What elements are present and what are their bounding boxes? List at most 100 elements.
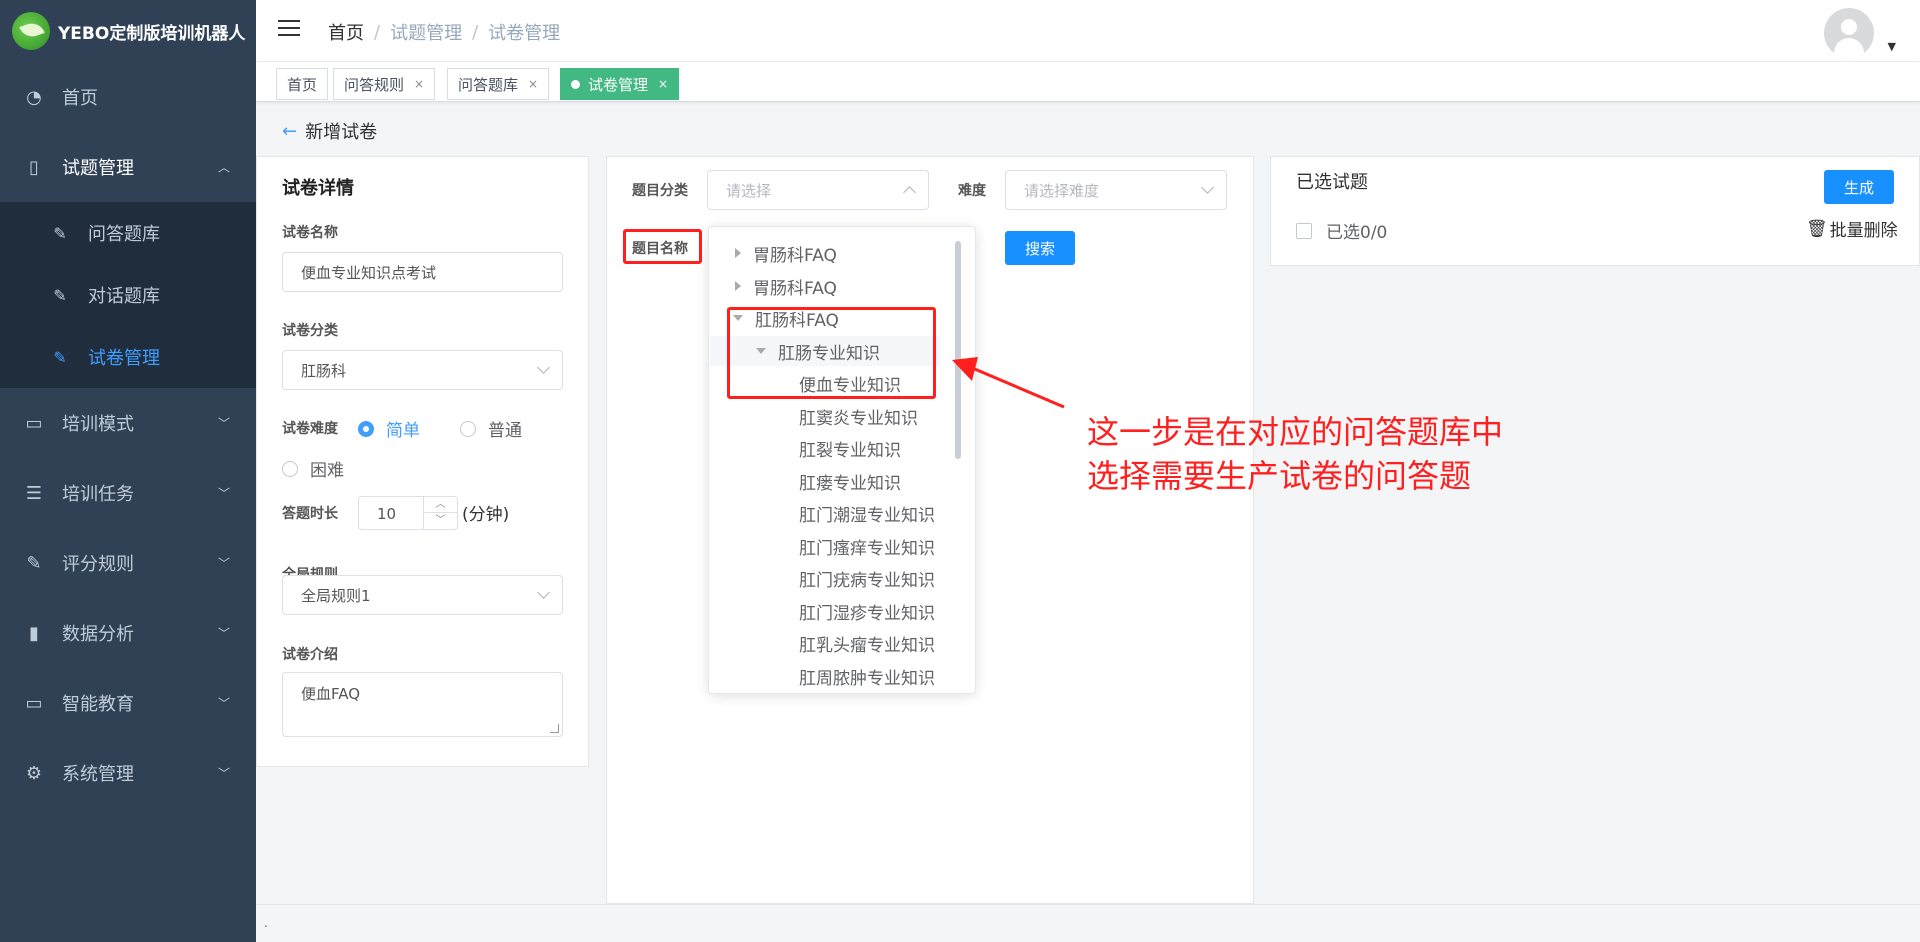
close-icon[interactable]: × (414, 77, 424, 91)
exam-intro-value: 便血FAQ (301, 685, 361, 703)
radio-checked-icon (358, 420, 374, 437)
tree-scrollbar[interactable] (955, 241, 961, 459)
caret-right-icon[interactable] (735, 248, 741, 258)
stepper-up-icon[interactable]: ︿ (424, 497, 457, 513)
tree-node[interactable]: 肛门湿疹专业知识 (799, 596, 935, 626)
radio-label: 简单 (386, 421, 420, 441)
global-rule-select[interactable]: 全局规则1 (282, 575, 563, 615)
tree-node-label: 肛乳头瘤专业知识 (799, 635, 935, 656)
caret-down-icon[interactable]: ▼ (1888, 40, 1896, 53)
breadcrumb-separator: / (472, 21, 479, 43)
tree-node-label: 肛门瘙痒专业知识 (799, 538, 935, 559)
sidebar-item-label: 数据分析 (62, 624, 134, 645)
app-logo[interactable]: YEBO定制版培训机器人 (0, 0, 256, 62)
back-link[interactable]: ← 新增试卷 (282, 118, 377, 144)
duration-value: 10 (377, 505, 397, 523)
tree-node[interactable]: 肛乳头瘤专业知识 (799, 628, 935, 658)
tab-qa-rules[interactable]: 问答规则 × (333, 68, 436, 100)
chevron-down-icon: ﹀ (217, 626, 230, 641)
caret-right-icon[interactable] (735, 281, 741, 291)
question-category-select[interactable]: 请选择 (707, 170, 929, 210)
exam-intro-textarea[interactable]: 便血FAQ (282, 672, 563, 737)
tree-node-label: 肛裂专业知识 (799, 440, 901, 461)
select-all-checkbox[interactable]: 已选0/0 (1296, 218, 1387, 243)
active-dot-icon (571, 79, 580, 89)
difficulty-radio-normal[interactable]: 普通 (460, 416, 522, 441)
duration-stepper[interactable]: 10 ︿ ﹀ (358, 496, 458, 530)
tree-node[interactable]: 肛门瘙痒专业知识 (799, 531, 935, 561)
sidebar-item-qa-bank[interactable]: ✎ 问答题库 (0, 202, 256, 264)
edit-icon: ✎ (53, 285, 67, 305)
exam-name-input[interactable]: 便血专业知识点考试 (282, 252, 563, 292)
sidebar-item-training-mode[interactable]: ▭ 培训模式 ﹀ (0, 388, 256, 458)
stepper-down-icon[interactable]: ﹀ (424, 513, 457, 529)
breadcrumb-home[interactable]: 首页 (328, 19, 364, 45)
tree-node-label: 胃肠科FAQ (753, 278, 837, 299)
duration-unit: (分钟) (462, 505, 510, 525)
bar-chart-icon: ▮ (29, 622, 39, 644)
batch-delete-button[interactable]: 🗑 批量删除 (1806, 216, 1898, 242)
hamburger-menu-icon[interactable] (278, 20, 300, 40)
footer-divider (256, 904, 1920, 905)
category-tree-dropdown: 胃肠科FAQ 胃肠科FAQ 肛肠科FAQ 肛肠专业知识 便血专业知识 肛窦炎专业… (708, 226, 976, 694)
generate-button[interactable]: 生成 (1824, 170, 1894, 204)
sidebar-item-scoring-rules[interactable]: ✎ 评分规则 ﹀ (0, 528, 256, 598)
submenu-question-management: ✎ 问答题库 ✎ 对话题库 ✎ 试卷管理 (0, 202, 256, 388)
difficulty-radio-easy[interactable]: 简单 (358, 416, 420, 441)
search-button[interactable]: 搜索 (1005, 231, 1075, 265)
sidebar-item-training-task[interactable]: ☰ 培训任务 ﹀ (0, 458, 256, 528)
list-icon: ☰ (25, 482, 43, 504)
annotation-arrow-icon (952, 357, 1065, 409)
exam-intro-label: 试卷介绍 (282, 647, 338, 663)
tree-node[interactable]: 胃肠科FAQ (735, 271, 837, 301)
difficulty-filter-placeholder: 请选择难度 (1024, 181, 1100, 200)
app-title: YEBO定制版培训机器人 (58, 23, 246, 44)
tree-node[interactable]: 胃肠科FAQ (735, 238, 837, 268)
chevron-down-icon: ﹀ (217, 486, 230, 501)
close-icon[interactable]: × (528, 77, 538, 91)
breadcrumb-separator: / (374, 21, 381, 43)
tree-node-label: 肛门湿疹专业知识 (799, 603, 935, 624)
exam-details-title: 试卷详情 (282, 178, 354, 199)
resize-handle-icon[interactable] (550, 724, 559, 733)
sidebar-item-smart-education[interactable]: ▭ 智能教育 ﹀ (0, 668, 256, 738)
tree-node-label: 肛周脓肿专业知识 (799, 668, 935, 689)
sidebar-item-home[interactable]: ◔ 首页 (0, 62, 256, 132)
sidebar: YEBO定制版培训机器人 ◔ 首页 ▯ 试题管理 ︿ ✎ 问答题库 ✎ 对话题库… (0, 0, 256, 942)
tab-qa-bank[interactable]: 问答题库 × (447, 68, 550, 100)
tree-node[interactable]: 肛门疣病专业知识 (799, 563, 935, 593)
tab-home[interactable]: 首页 (276, 68, 329, 100)
sidebar-item-exam-management[interactable]: ✎ 试卷管理 (0, 326, 256, 388)
edit-icon: ✎ (53, 223, 67, 243)
sidebar-item-label: 试卷管理 (88, 348, 160, 369)
tab-label: 问答规则 (344, 75, 405, 94)
sidebar-item-dialog-bank[interactable]: ✎ 对话题库 (0, 264, 256, 326)
tree-node[interactable]: 肛瘘专业知识 (799, 466, 901, 496)
breadcrumb-level2: 试卷管理 (488, 23, 561, 44)
exam-category-select[interactable]: 肛肠科 (282, 350, 563, 390)
sidebar-item-label: 培训模式 (62, 414, 134, 435)
close-icon[interactable]: × (658, 77, 668, 91)
tree-node[interactable]: 肛窦炎专业知识 (799, 401, 918, 431)
breadcrumb: 首页 / 试题管理 / 试卷管理 (328, 19, 560, 45)
avatar[interactable] (1824, 8, 1874, 58)
sidebar-item-question-management[interactable]: ▯ 试题管理 ︿ (0, 132, 256, 202)
tree-node[interactable]: 肛裂专业知识 (799, 433, 901, 463)
selected-questions-title: 已选试题 (1296, 172, 1368, 193)
dashboard-icon: ◔ (26, 86, 42, 108)
sidebar-item-system-management[interactable]: ⚙ 系统管理 ﹀ (0, 738, 256, 808)
annotation-line-1: 这一步是在对应的问答题库中 (1087, 413, 1504, 451)
tab-exam-management[interactable]: 试卷管理 × (560, 68, 680, 100)
book-icon: ▯ (29, 156, 39, 178)
sidebar-item-label: 培训任务 (62, 484, 134, 505)
trash-icon: 🗑 (1806, 218, 1828, 239)
highlight-box-tree-selection (727, 307, 936, 399)
user-icon (1841, 19, 1857, 35)
tree-node[interactable]: 肛周脓肿专业知识 (799, 661, 935, 691)
tree-node[interactable]: 肛门潮湿专业知识 (799, 498, 935, 528)
difficulty-radio-hard[interactable]: 困难 (282, 456, 344, 481)
chevron-down-icon (537, 586, 550, 599)
difficulty-filter-select[interactable]: 请选择难度 (1005, 170, 1227, 210)
annotation-line-2: 选择需要生产试卷的问答题 (1087, 457, 1472, 495)
sidebar-item-data-analysis[interactable]: ▮ 数据分析 ﹀ (0, 598, 256, 668)
